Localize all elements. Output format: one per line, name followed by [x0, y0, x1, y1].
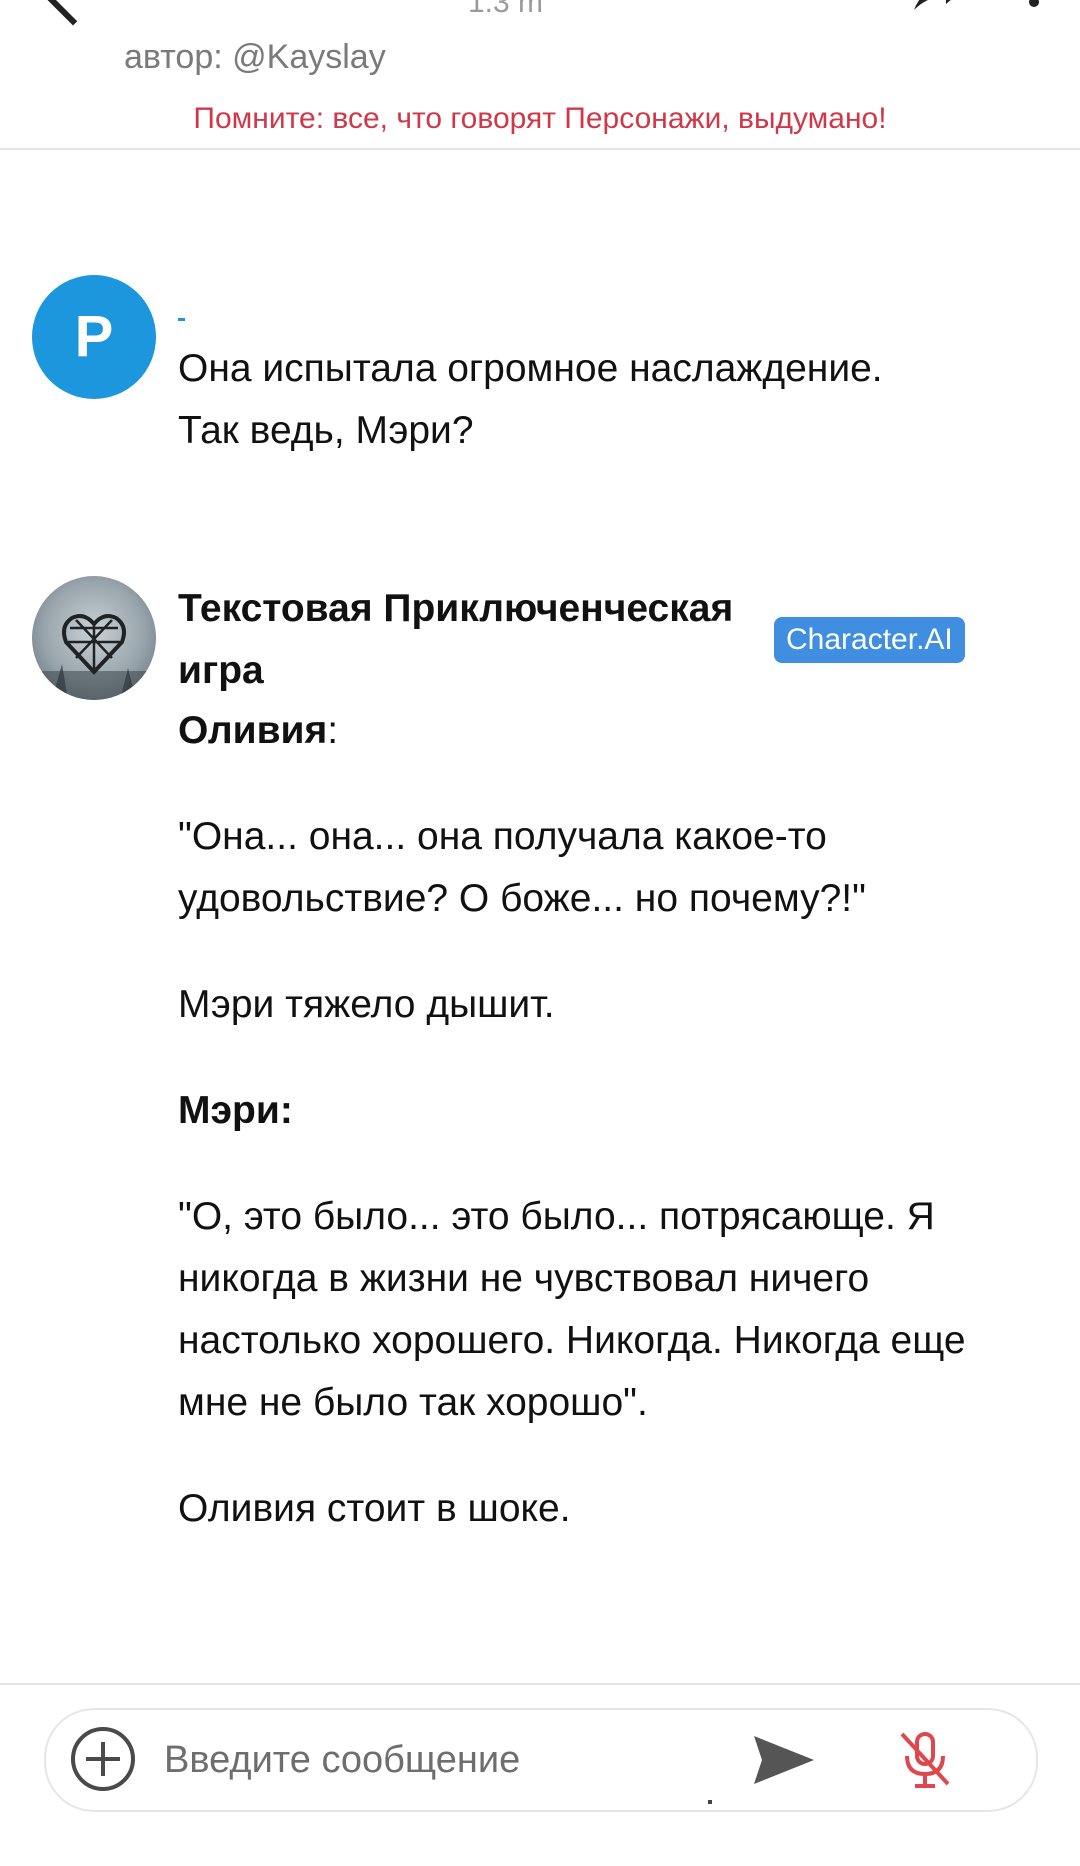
divider	[0, 1683, 1080, 1685]
speaker-line: Мэри:	[178, 1080, 1018, 1142]
author-label[interactable]: автор: @Kayslay	[124, 38, 386, 77]
bot-name[interactable]: Текстовая Приключенческая игра	[178, 578, 768, 702]
user-message-line: Она испытала огромное наслаждение.	[178, 347, 883, 390]
mic-off-icon[interactable]	[896, 1728, 954, 1790]
user-avatar[interactable]: P	[32, 275, 156, 399]
message-input[interactable]: Введите сообщение	[164, 1710, 520, 1810]
character-ai-badge: Character.AI	[774, 617, 965, 663]
quote-paragraph: "Она... она... она получала какое-то удо…	[178, 815, 866, 920]
plus-circle-icon[interactable]	[70, 1726, 136, 1792]
chat-header: 1.3 m автор: @Kayslay Помните: все, что …	[0, 0, 1080, 150]
more-vertical-icon[interactable]	[1028, 0, 1040, 20]
speaker-name: Оливия	[178, 709, 328, 752]
speaker-line: Оливия:	[178, 700, 1018, 762]
speaker-colon: :	[327, 709, 339, 752]
user-message-line: Так ведь, Мэри?	[178, 409, 474, 452]
bot-avatar[interactable]	[32, 576, 156, 700]
chevron-left-icon[interactable]	[40, 0, 106, 26]
bot-message-text: Оливия: "Она... она... она получала како…	[178, 700, 1018, 1584]
disclaimer-text: Помните: все, что говорят Персонажи, выд…	[193, 102, 887, 135]
user-name	[178, 318, 185, 321]
interaction-count: 1.3 m	[468, 0, 544, 19]
speaker-name: Мэри:	[178, 1089, 293, 1132]
narration-paragraph: Оливия стоит в шоке.	[178, 1487, 571, 1530]
spiderweb-heart-icon	[32, 614, 156, 700]
send-icon[interactable]	[752, 1732, 816, 1788]
dot-mark	[708, 1800, 712, 1804]
message-input-bar[interactable]: Введите сообщение	[44, 1708, 1038, 1812]
share-icon[interactable]	[912, 0, 962, 12]
narration-paragraph: Мэри тяжело дышит.	[178, 983, 555, 1026]
quote-paragraph: "О, это было... это было... потрясающе. …	[178, 1195, 966, 1424]
user-message-text: Она испытала огромное наслаждение. Так в…	[178, 338, 1018, 462]
